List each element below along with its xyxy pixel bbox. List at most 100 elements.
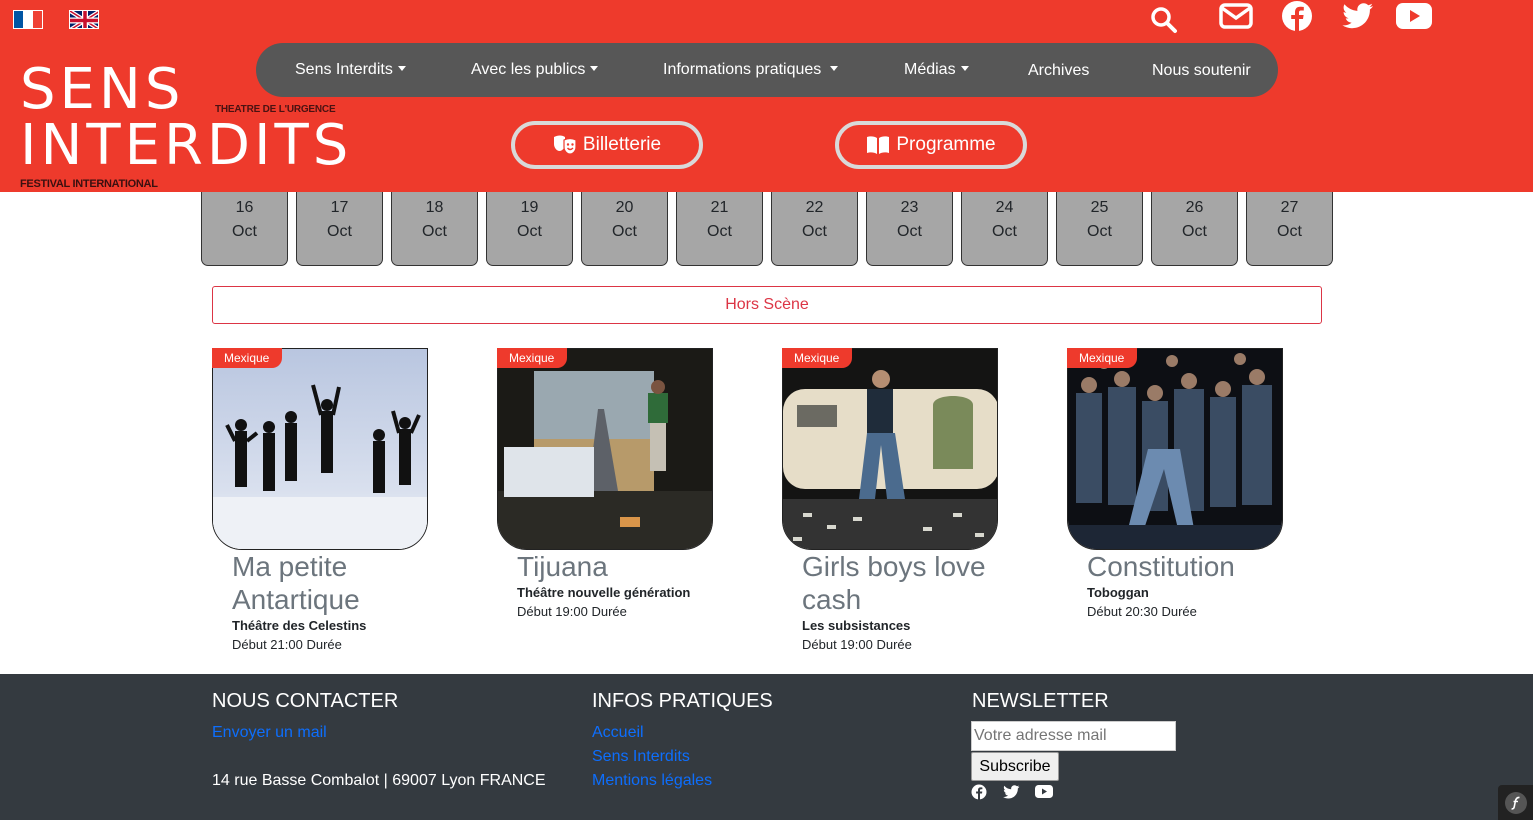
logo-line-interdits: INTERDITS xyxy=(20,113,353,178)
twitter-icon[interactable] xyxy=(1003,785,1020,804)
date-month: Oct xyxy=(517,223,542,240)
facebook-icon[interactable] xyxy=(971,784,987,805)
date-month: Oct xyxy=(707,223,732,240)
date-tile[interactable]: 23 Oct xyxy=(866,192,953,266)
show-card: Mexique Tijuana Théâtre nouvelle générat… xyxy=(497,348,737,668)
show-time: Début 20:30 Durée xyxy=(1087,604,1197,619)
date-day: 17 xyxy=(330,199,349,216)
date-month: Oct xyxy=(1182,223,1207,240)
date-day: 20 xyxy=(615,199,634,216)
newsletter-title: NEWSLETTER xyxy=(972,690,1109,712)
programme-button[interactable]: Programme xyxy=(835,121,1027,169)
nav-label: Nous soutenir xyxy=(1152,62,1251,79)
date-tile[interactable]: 22 Oct xyxy=(771,192,858,266)
footer-link-mentions-legales[interactable]: Mentions légales xyxy=(592,772,712,790)
date-tile[interactable]: 25 Oct xyxy=(1056,192,1143,266)
main-navbar: Sens Interdits Avec les publics Informat… xyxy=(256,43,1278,97)
footer-link-accueil[interactable]: Accueil xyxy=(592,724,644,742)
subscribe-button[interactable]: Subscribe xyxy=(971,752,1059,781)
date-day: 21 xyxy=(710,199,729,216)
date-month: Oct xyxy=(327,223,352,240)
nav-label: Médias xyxy=(904,61,956,78)
billetterie-button[interactable]: Billetterie xyxy=(511,121,703,169)
date-month: Oct xyxy=(897,223,922,240)
nav-label: Sens Interdits xyxy=(295,61,393,78)
book-open-icon xyxy=(867,136,890,154)
show-card: Mexique Ma petite Antartique Théâtre des… xyxy=(212,348,452,668)
show-image[interactable] xyxy=(1067,348,1283,550)
logo-subtitle: FESTIVAL INTERNATIONAL xyxy=(20,178,158,190)
nav-informations-pratiques[interactable]: Informations pratiques xyxy=(663,43,839,97)
nav-nous-soutenir[interactable]: Nous soutenir xyxy=(1152,44,1251,98)
date-day: 27 xyxy=(1280,199,1299,216)
nav-medias[interactable]: Médias xyxy=(904,43,969,97)
footer-link-sens-interdits[interactable]: Sens Interdits xyxy=(592,748,690,766)
show-time: Début 19:00 Durée xyxy=(802,637,912,652)
show-time: Début 21:00 Durée xyxy=(232,637,342,652)
site-footer: NOUS CONTACTER Envoyer un mail 14 rue Ba… xyxy=(0,674,1533,820)
newsletter-email-input[interactable] xyxy=(971,721,1176,751)
send-mail-link[interactable]: Envoyer un mail xyxy=(212,724,327,742)
contact-title: NOUS CONTACTER xyxy=(212,690,399,712)
date-day: 24 xyxy=(995,199,1014,216)
date-month: Oct xyxy=(232,223,257,240)
show-venue: Toboggan xyxy=(1087,585,1149,600)
date-tile[interactable]: 21 Oct xyxy=(676,192,763,266)
show-title[interactable]: Tijuana xyxy=(517,550,717,583)
nav-archives[interactable]: Archives xyxy=(1028,44,1089,98)
date-tile[interactable]: 24 Oct xyxy=(961,192,1048,266)
date-tile[interactable]: 17 Oct xyxy=(296,192,383,266)
show-card: Mexique Constitution Toboggan Début 20:3… xyxy=(1067,348,1307,668)
show-time: Début 19:00 Durée xyxy=(517,604,627,619)
show-title[interactable]: Constitution xyxy=(1087,550,1287,583)
address-text: 14 rue Basse Combalot | 69007 Lyon FRANC… xyxy=(212,772,546,789)
date-month: Oct xyxy=(1277,223,1302,240)
date-day: 16 xyxy=(235,199,254,216)
youtube-icon[interactable] xyxy=(1035,785,1053,803)
symfony-toolbar-icon[interactable] xyxy=(1498,785,1533,820)
date-day: 23 xyxy=(900,199,919,216)
date-month: Oct xyxy=(992,223,1017,240)
date-day: 22 xyxy=(805,199,824,216)
search-icon[interactable] xyxy=(1150,6,1178,39)
infos-title: INFOS PRATIQUES xyxy=(592,690,773,712)
theater-masks-icon xyxy=(553,135,577,155)
date-day: 26 xyxy=(1185,199,1204,216)
nav-avec-les-publics[interactable]: Avec les publics xyxy=(471,43,599,97)
date-month: Oct xyxy=(1087,223,1112,240)
show-venue: Théâtre nouvelle génération xyxy=(517,585,691,600)
show-title[interactable]: Girls boys love cash xyxy=(802,550,1002,616)
show-image[interactable] xyxy=(212,348,428,550)
youtube-icon[interactable] xyxy=(1396,3,1432,34)
country-badge: Mexique xyxy=(497,348,568,368)
flag-fr-icon[interactable] xyxy=(13,10,43,29)
show-image[interactable] xyxy=(782,348,998,550)
caret-down-icon xyxy=(590,66,599,71)
date-day: 25 xyxy=(1090,199,1109,216)
caret-down-icon xyxy=(830,66,839,71)
date-month: Oct xyxy=(422,223,447,240)
hors-scene-button[interactable]: Hors Scène xyxy=(212,286,1322,324)
country-badge: Mexique xyxy=(212,348,283,368)
date-tile[interactable]: 16 Oct xyxy=(201,192,288,266)
date-tile[interactable]: 19 Oct xyxy=(486,192,573,266)
date-tile[interactable]: 27 Oct xyxy=(1246,192,1333,266)
date-month: Oct xyxy=(802,223,827,240)
envelope-icon[interactable] xyxy=(1219,3,1253,34)
flag-en-icon[interactable] xyxy=(69,10,99,29)
show-venue: Les subsistances xyxy=(802,618,911,633)
date-day: 18 xyxy=(425,199,444,216)
show-image[interactable] xyxy=(497,348,713,550)
date-tile[interactable]: 26 Oct xyxy=(1151,192,1238,266)
nav-label: Avec les publics xyxy=(471,61,586,78)
facebook-icon[interactable] xyxy=(1281,0,1313,37)
date-day: 19 xyxy=(520,199,539,216)
nav-sens-interdits[interactable]: Sens Interdits xyxy=(295,43,406,97)
date-month: Oct xyxy=(612,223,637,240)
caret-down-icon xyxy=(397,66,406,71)
date-tile[interactable]: 20 Oct xyxy=(581,192,668,266)
show-title[interactable]: Ma petite Antartique xyxy=(232,550,432,616)
billetterie-label: Billetterie xyxy=(582,134,662,155)
date-tile[interactable]: 18 Oct xyxy=(391,192,478,266)
twitter-icon[interactable] xyxy=(1342,3,1374,34)
